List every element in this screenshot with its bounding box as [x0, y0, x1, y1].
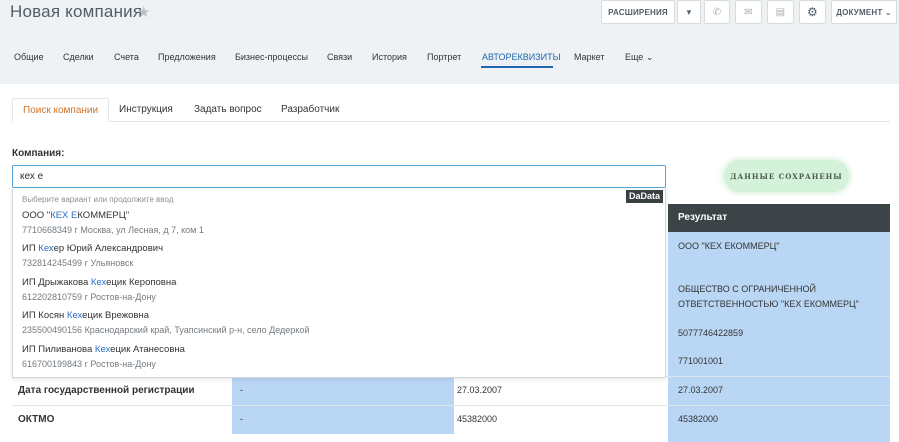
- suggestion-address: 616700199843 г Ростов-на-Дону: [22, 359, 156, 369]
- suggestion-address: 7710668349 г Москва, ул Лесная, д 7, ком…: [22, 225, 204, 235]
- suggestion-item[interactable]: ИП Кехер Юрий Александрович 732814245499…: [22, 243, 652, 269]
- tab-business-processes[interactable]: Бизнес-процессы: [235, 52, 308, 62]
- suggestion-name: ООО "КЕХ ЕКОММЕРЦ": [22, 210, 130, 221]
- dadata-logo: DaData: [625, 190, 663, 203]
- active-tab-underline: [481, 66, 553, 68]
- phone-icon[interactable]: ✆: [704, 0, 730, 24]
- page-header: Новая компания ★ РАСШИРЕНИЯ ▾ ✆ ✉ ▤ ⚙ ДО…: [0, 0, 899, 30]
- suggestion-name: ИП Дрыжакова Кехецик Кероповна: [22, 277, 177, 288]
- star-icon[interactable]: ★: [137, 3, 150, 21]
- row-result-value: 27.03.2007: [668, 377, 890, 405]
- table-row: ОКТМО - 45382000 45382000: [12, 405, 890, 434]
- tab-autorequisites[interactable]: АВТОРЕКВИЗИТЫ: [482, 52, 561, 62]
- suggestion-name: ИП Кехер Юрий Александрович: [22, 243, 164, 254]
- tab-market[interactable]: Маркет: [574, 52, 604, 62]
- suggestion-address: 612202810759 г Ростов-на-Дону: [22, 292, 156, 302]
- subtab-developer[interactable]: Разработчик: [281, 98, 339, 122]
- company-search-input[interactable]: кех е: [12, 165, 666, 188]
- subtab-ask-question[interactable]: Задать вопрос: [194, 98, 262, 122]
- subtab-company-search[interactable]: Поиск компании: [12, 98, 110, 122]
- suggestion-address: 235500490156 Краснодарский край, Туапсин…: [22, 325, 310, 335]
- tab-links[interactable]: Связи: [327, 52, 352, 62]
- row-found-value: 27.03.2007: [457, 385, 503, 395]
- suggestion-name: ИП Пиливанова Кехецик Атанесовна: [22, 344, 185, 355]
- subtab-instruction[interactable]: Инструкция: [119, 98, 173, 122]
- suggestion-name: ИП Косян Кехецик Врежовна: [22, 310, 150, 321]
- gear-icon[interactable]: ⚙: [799, 0, 826, 24]
- suggestion-item[interactable]: ООО "КЕХ ЕКОММЕРЦ" 7710668349 г Москва, …: [22, 210, 652, 236]
- tab-history[interactable]: История: [372, 52, 407, 62]
- saved-status-badge: ДАННЫЕ СОХРАНЕНЫ: [724, 160, 849, 192]
- tab-invoices[interactable]: Счета: [114, 52, 139, 62]
- chevron-down-icon[interactable]: ▾: [677, 0, 701, 24]
- result-full-name: ОБЩЕСТВО С ОГРАНИЧЕННОЙ ОТВЕТСТВЕННОСТЬЮ…: [678, 284, 859, 309]
- row-current-value: -: [232, 377, 454, 405]
- extensions-button[interactable]: РАСШИРЕНИЯ: [601, 0, 675, 24]
- suggestion-address: 732814245499 г Ульяновск: [22, 258, 134, 268]
- tab-portrait[interactable]: Портрет: [427, 52, 461, 62]
- result-short-name: ООО "КЕХ ЕКОММЕРЦ": [678, 241, 780, 251]
- company-label: Компания:: [12, 148, 65, 159]
- entity-tabs: Общие Сделки Счета Предложения Бизнес-пр…: [0, 52, 899, 70]
- result-ogrn: 5077746422859: [678, 328, 744, 338]
- dropdown-hint: Выберите вариант или продолжите ввод: [22, 195, 174, 204]
- tab-quotes[interactable]: Предложения: [158, 52, 216, 62]
- suggestion-item[interactable]: ИП Косян Кехецик Врежовна 235500490156 К…: [22, 310, 652, 336]
- table-row: Дата государственной регистрации - 27.03…: [12, 376, 890, 405]
- row-current-value: -: [232, 406, 454, 434]
- tab-deals[interactable]: Сделки: [63, 52, 94, 62]
- tab-general[interactable]: Общие: [14, 52, 44, 62]
- result-column-header: Результат: [668, 204, 890, 232]
- suggestion-item[interactable]: ИП Дрыжакова Кехецик Кероповна 612202810…: [22, 277, 652, 303]
- result-kpp: 771001001: [678, 356, 724, 366]
- sub-tabs: Поиск компании Инструкция Задать вопрос …: [12, 98, 890, 122]
- row-label: ОКТМО: [18, 414, 55, 425]
- row-label: Дата государственной регистрации: [18, 385, 195, 396]
- suggestions-dropdown: Выберите вариант или продолжите ввод DaD…: [12, 188, 666, 378]
- main-card: Поиск компании Инструкция Задать вопрос …: [0, 84, 899, 442]
- chat-icon[interactable]: ▤: [767, 0, 794, 24]
- row-result-value: 45382000: [668, 406, 890, 434]
- suggestion-item[interactable]: ИП Пиливанова Кехецик Атанесовна 6167001…: [22, 344, 652, 370]
- row-found-value: 45382000: [457, 414, 498, 424]
- mail-icon[interactable]: ✉: [735, 0, 762, 24]
- tab-more[interactable]: Еще ⌄: [625, 52, 653, 63]
- page-title: Новая компания: [10, 2, 143, 21]
- document-button[interactable]: ДОКУМЕНТ ⌄: [831, 0, 897, 24]
